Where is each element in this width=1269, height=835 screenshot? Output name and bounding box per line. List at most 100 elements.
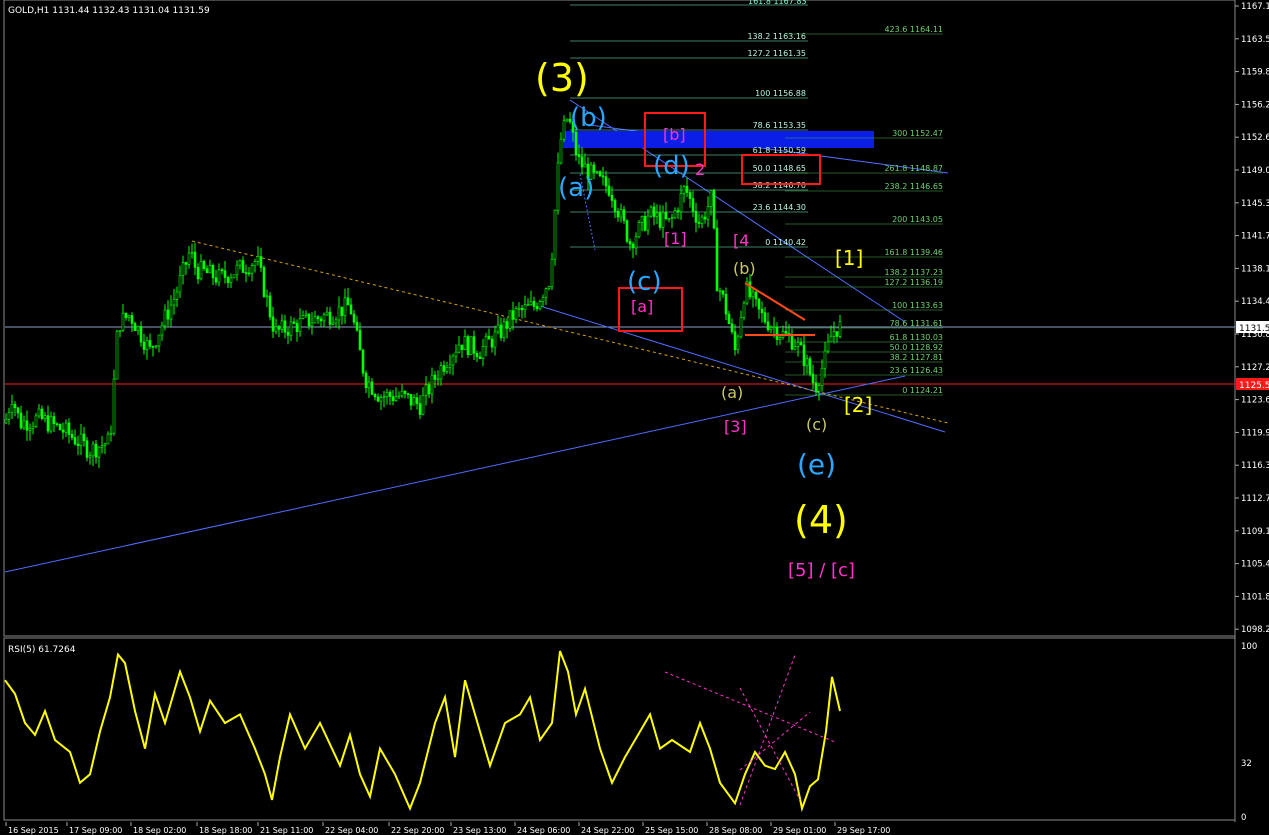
subwave-2-label: 2 <box>695 160 705 179</box>
wave-4-label: (4) <box>794 498 848 542</box>
time-tick-label: 24 Sep 22:00 <box>581 826 634 835</box>
fib-b-label: 423.6 1164.11 <box>884 25 943 34</box>
fib-b-label: 200 1143.05 <box>892 215 943 224</box>
rsi-tick-label: 32 <box>1241 759 1252 769</box>
wave-b-label: (b) <box>570 103 607 133</box>
current-price-label: 1131.5 <box>1239 324 1269 334</box>
price-tick-label: 1156.2 <box>1241 100 1269 110</box>
time-tick-label: 25 Sep 15:00 <box>645 826 698 835</box>
price-tick-label: 1109.1 <box>1241 527 1269 537</box>
rsi-trendlines[interactable] <box>664 654 836 806</box>
fib-b-label: 50.0 1128.92 <box>890 343 943 352</box>
rsi-title: RSI(5) 61.7264 <box>8 645 76 655</box>
time-tick-label: 22 Sep 20:00 <box>391 826 444 835</box>
fib-a-label: 50.0 1148.65 <box>753 164 806 173</box>
minor-b-label: (b) <box>733 259 756 278</box>
channel-lower-line[interactable] <box>539 305 946 433</box>
rsi-axis: 100 32 0 <box>1241 642 1257 823</box>
price-tick-label: 1159.8 <box>1241 68 1269 78</box>
triangle-upper-line[interactable] <box>744 282 806 321</box>
fib-b-label: 261.8 1148.87 <box>884 164 943 173</box>
fib-b-label: 161.8 1139.46 <box>884 248 943 257</box>
price-tick-label: 1112.7 <box>1241 494 1269 504</box>
wave-1-yellow-label: [1] <box>835 246 863 270</box>
fib-b-label: 100 1133.63 <box>892 301 943 310</box>
chart-canvas[interactable]: GOLD,H1 1131.44 1132.43 1131.04 1131.59 … <box>0 0 1269 835</box>
fib-b-label: 38.2 1127.81 <box>890 353 943 362</box>
rsi-tick-label: 100 <box>1241 642 1257 652</box>
wave-d-label: (d) <box>653 151 690 181</box>
time-tick-label: 23 Sep 13:00 <box>453 826 506 835</box>
time-tick-label: 18 Sep 18:00 <box>199 826 252 835</box>
rsi-trendline-1[interactable] <box>664 671 836 743</box>
candles <box>4 112 842 468</box>
rsi-tick-label: 0 <box>1241 813 1246 823</box>
fib-b-label: 78.6 1131.61 <box>890 319 943 328</box>
minor-c-label: (c) <box>806 415 827 434</box>
subwave-3-label: [3] <box>724 417 747 436</box>
price-axis: 1167.1 1163.5 1159.8 1156.2 1152.6 1149.0 1145… <box>1235 2 1269 635</box>
wave-2-yellow-label: [2] <box>844 393 872 417</box>
fib-b-label: 238.2 1146.65 <box>884 182 943 191</box>
price-tick-label: 1167.1 <box>1241 2 1269 12</box>
wave-e-label: (e) <box>797 448 836 481</box>
price-tick-label: 1116.3 <box>1241 461 1269 471</box>
price-tick-label: 1127.2 <box>1241 363 1269 373</box>
price-tick-label: 1152.6 <box>1241 133 1269 143</box>
time-tick-label: 29 Sep 01:00 <box>773 826 826 835</box>
price-tick-label: 1163.5 <box>1241 35 1269 45</box>
time-tick-label: 29 Sep 17:00 <box>837 826 890 835</box>
wave-3-label: (3) <box>535 56 589 100</box>
fib-b-label: 0 1124.21 <box>902 386 943 395</box>
time-tick-label: 28 Sep 08:00 <box>709 826 762 835</box>
rsi-line <box>4 650 841 813</box>
price-tick-label: 1145.3 <box>1241 199 1269 209</box>
fib-a-label: 78.6 1153.35 <box>753 121 806 130</box>
price-tick-label: 1138.1 <box>1241 264 1269 274</box>
price-tick-label: 1134.4 <box>1241 297 1269 307</box>
fib-b-label: 300 1152.47 <box>892 129 943 138</box>
fib-a-label: 0 1140.42 <box>765 238 806 247</box>
time-axis: 16 Sep 2015 17 Sep 09:00 18 Sep 02:00 18 Se… <box>5 822 890 835</box>
price-tick-label: 1149.0 <box>1241 166 1269 176</box>
price-tick-label: 1123.6 <box>1241 396 1269 406</box>
fib-b-label: 127.2 1136.19 <box>884 278 943 287</box>
time-tick-label: 16 Sep 2015 <box>8 826 59 835</box>
fib-b-label: 61.8 1130.03 <box>890 333 943 342</box>
subwave-4-label: [4 <box>733 231 749 250</box>
price-tick-label: 1105.4 <box>1241 560 1269 570</box>
subwave-1-label: [1] <box>664 229 687 248</box>
rsi-indicator <box>4 650 841 813</box>
resistance-zone[interactable] <box>563 131 874 148</box>
wave-c-label: (c) <box>627 267 662 297</box>
price-tick-label: 1141.7 <box>1241 232 1269 242</box>
subwave-b-label: [b] <box>663 125 686 144</box>
fib-a-label: 38.2 1146.70 <box>753 181 806 190</box>
symbol-title: GOLD,H1 1131.44 1132.43 1131.04 1131.59 <box>8 6 210 16</box>
fib-a-label: 23.6 1144.30 <box>753 203 806 212</box>
fib-a-label: 61.8 1150.59 <box>753 146 806 155</box>
fib-top-label: 161.8 1167.83 <box>748 0 807 6</box>
price-tick-label: 1098.2 <box>1241 625 1269 635</box>
fib-a-label: 138.2 1163.16 <box>747 32 806 41</box>
time-tick-label: 22 Sep 04:00 <box>325 826 378 835</box>
time-tick-label: 18 Sep 02:00 <box>133 826 186 835</box>
time-tick-label: 24 Sep 06:00 <box>517 826 570 835</box>
time-tick-label: 21 Sep 11:00 <box>260 826 313 835</box>
wave-a-label: (a) <box>558 173 594 203</box>
rsi-trendline-3[interactable] <box>739 687 801 801</box>
rsi-trendline-2[interactable] <box>739 654 796 806</box>
price-tick-label: 1101.8 <box>1241 592 1269 602</box>
rsi-panel-frame <box>3 637 1236 821</box>
minor-a-label: (a) <box>721 383 743 402</box>
fib-a-label: 100 1156.88 <box>755 89 806 98</box>
price-tick-label: 1119.9 <box>1241 428 1269 438</box>
fib-b-label: 138.2 1137.23 <box>884 268 943 277</box>
support-price-label: 1125.5 <box>1239 381 1269 391</box>
subwave-a-label: [a] <box>631 297 653 316</box>
time-tick-label: 17 Sep 09:00 <box>69 826 122 835</box>
fib-b-label: 23.6 1126.43 <box>890 366 943 375</box>
rsi-trendline-4[interactable] <box>739 711 811 771</box>
subwave-5-c-label: [5] / [c] <box>788 560 855 581</box>
lower-trendline[interactable] <box>4 375 906 573</box>
